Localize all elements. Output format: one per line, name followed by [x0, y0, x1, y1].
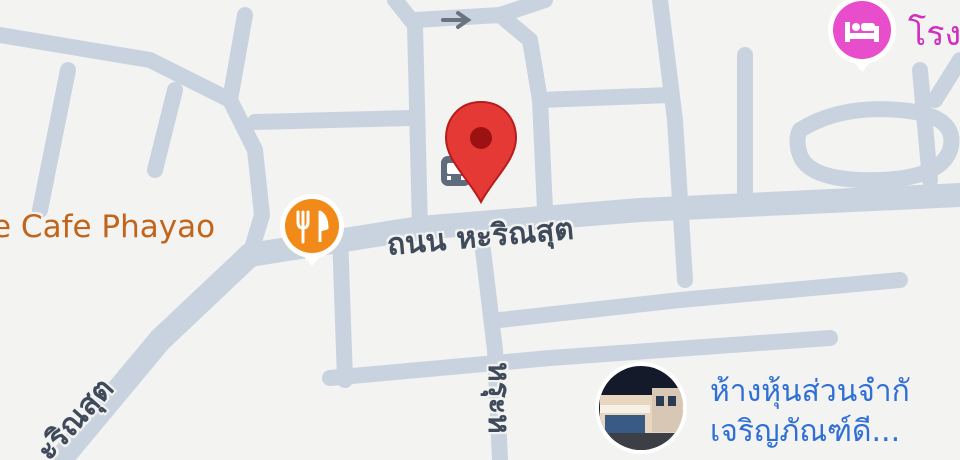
poi-label-store-line1: ห้างหุ้นส่วนจำกั [710, 374, 910, 409]
street-label-vertical: หรุะห [481, 362, 516, 434]
poi-label-store[interactable]: ห้างหุ้นส่วนจำกั เจริญภัณฑ์ดี... [710, 372, 910, 452]
poi-label-hotel[interactable]: โรง [908, 6, 960, 60]
poi-label-store-line2: เจริญภัณฑ์ดี... [710, 414, 901, 449]
map-canvas[interactable]: e Cafe Phayao โรง ห้างหุ้นส่วนจำกั เจริญ… [0, 0, 960, 460]
poi-label-cafe[interactable]: e Cafe Phayao [0, 209, 215, 245]
